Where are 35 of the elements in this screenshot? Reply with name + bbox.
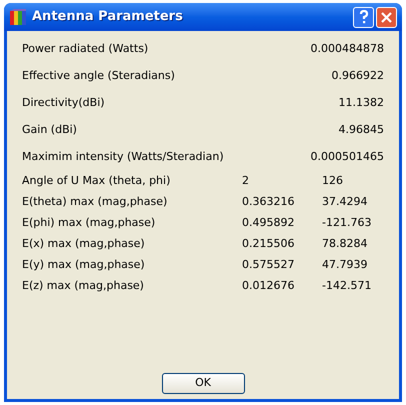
parameter-value: 78.8284 — [322, 236, 368, 252]
parameter-value: 0.495892 — [242, 215, 296, 232]
window-title: Antenna Parameters — [32, 8, 183, 26]
parameter-value: 11.1382 — [338, 95, 384, 112]
parameter-value: 4.96845 — [338, 122, 384, 138]
parameter-label: Directivity(dBi) — [22, 95, 105, 112]
parameter-value: 0.215506 — [242, 236, 296, 252]
close-button[interactable] — [376, 6, 397, 28]
parameter-label: Power radiated (Watts) — [22, 41, 148, 58]
ok-button[interactable]: OK — [162, 373, 244, 394]
parameter-value: 0.575527 — [242, 257, 296, 274]
parameter-value: 0.363216 — [242, 194, 296, 210]
parameter-value: 0.966922 — [332, 68, 384, 84]
parameter-label: Gain (dBi) — [22, 122, 77, 138]
parameter-label: E(y) max (mag,phase) — [22, 257, 146, 274]
close-icon — [381, 12, 392, 22]
parameter-value: 37.4294 — [322, 194, 368, 210]
parameter-value: 2 — [242, 173, 250, 190]
parameter-label: Angle of U Max (theta, phi) — [22, 173, 172, 190]
parameter-value: 0.000501465 — [310, 149, 384, 166]
parameter-label: Maximim intensity (Watts/Steradian) — [22, 149, 224, 166]
parameter-label: E(theta) max (mag,phase) — [22, 194, 168, 210]
parameter-label: E(x) max (mag,phase) — [22, 236, 146, 252]
help-icon — [358, 10, 368, 24]
parameter-label: Effective angle (Steradians) — [22, 68, 175, 84]
parameter-label: E(phi) max (mag,phase) — [22, 215, 156, 232]
parameter-value: 47.7939 — [322, 257, 368, 274]
parameter-value: 0.000484878 — [310, 41, 384, 58]
parameter-value: 126 — [322, 173, 343, 190]
parameter-value: -121.763 — [322, 215, 372, 232]
parameter-value: -142.571 — [322, 278, 372, 294]
parameter-value: 0.012676 — [242, 278, 296, 294]
parameter-label: E(z) max (mag,phase) — [22, 278, 145, 294]
help-button[interactable] — [353, 6, 374, 28]
app-icon — [9, 8, 27, 26]
